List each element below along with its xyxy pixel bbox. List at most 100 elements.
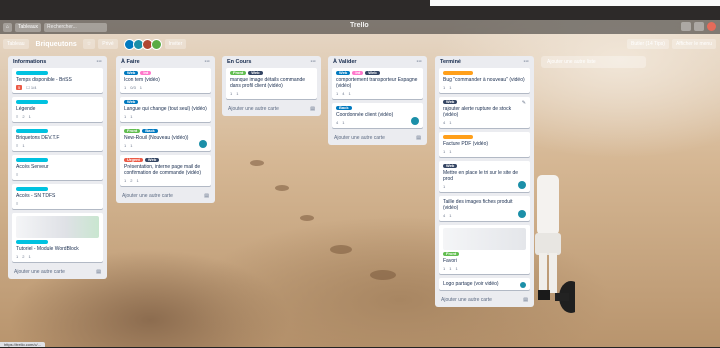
edit-icon[interactable]: ✎	[522, 100, 526, 106]
list-menu-icon[interactable]: ···	[524, 59, 530, 65]
member-avatar[interactable]	[520, 282, 526, 288]
add-card-button[interactable]: Ajouter une autre carte	[228, 106, 279, 112]
template-icon[interactable]: ▤	[310, 106, 315, 112]
card[interactable]: Web Int Web comportement transporteur Espag…	[332, 68, 423, 99]
card[interactable]: Temps disponible - BriSS 5 ☐ 1/4	[12, 68, 103, 93]
star-button[interactable]: ☆	[82, 39, 96, 49]
attachment-badge: 1	[449, 120, 452, 125]
card[interactable]: Web Int Icon tem (vidéo) 1 0/3 1	[120, 68, 211, 93]
card-title: Icon tem (vidéo)	[124, 77, 160, 83]
card-label[interactable]: Web	[124, 100, 139, 104]
member-avatar[interactable]	[411, 117, 419, 125]
card[interactable]: Front Back New-Rouil (Nouveau (vidéo)) 1 1	[120, 126, 211, 151]
search-input[interactable]: Rechercher...	[44, 22, 108, 32]
card-label[interactable]: Web	[248, 71, 263, 75]
card-label[interactable]	[16, 71, 48, 75]
show-menu-button[interactable]: Afficher le menu	[671, 39, 716, 49]
card-label[interactable]	[16, 240, 48, 244]
card[interactable]: Bug "commander à nouveau" (vidéo) 1 1	[439, 68, 530, 93]
card-label[interactable]: Web	[336, 71, 351, 75]
list-title[interactable]: En Cours	[227, 59, 251, 65]
card-title: Mettre en place le tri sur le site de pr…	[443, 170, 519, 182]
card[interactable]: Briquetons DEV.T.F ≡ 1	[12, 126, 103, 151]
card[interactable]: Tutoriel - Module WordBlock 1 2 1	[12, 213, 103, 262]
comment-badge: 2	[22, 114, 25, 119]
card-label[interactable]: Web	[443, 100, 458, 104]
card[interactable]: Web Langue qui change (tout seul) (vidéo)…	[120, 97, 211, 122]
card-label[interactable]	[16, 100, 48, 104]
member-avatar[interactable]	[518, 181, 526, 189]
board-menu-button[interactable]: Tableau	[3, 39, 29, 49]
card-label[interactable]: Web	[124, 71, 139, 75]
member-avatar[interactable]	[199, 140, 207, 148]
footprint	[300, 215, 314, 221]
card-label[interactable]: Front	[124, 129, 141, 133]
info-icon[interactable]	[694, 22, 704, 31]
home-button[interactable]: ⌂	[3, 22, 13, 32]
card-label[interactable]: Web	[443, 164, 458, 168]
add-card-button[interactable]: Ajouter une autre carte	[122, 193, 173, 199]
card[interactable]: Facture PDF (vidéo) 1 1	[439, 132, 530, 157]
card[interactable]: Logo partage (voir vidéo)	[439, 278, 530, 290]
description-badge: ≡	[16, 114, 19, 119]
card[interactable]: Back Coordonnée client (vidéo) 4 1	[332, 103, 423, 128]
list-title[interactable]: À Valider	[333, 59, 357, 65]
card[interactable]: Légende ≡ 2 1	[12, 97, 103, 122]
card-label[interactable]: Web	[365, 71, 380, 75]
card-label[interactable]	[443, 135, 473, 139]
card[interactable]: Web rajouter alerte rupture de stock (vid…	[439, 97, 530, 128]
card-label[interactable]: Back	[142, 129, 158, 133]
add-card-button[interactable]: Ajouter une autre carte	[441, 297, 492, 303]
card[interactable]: Taille des images fiches produit (vidéo)…	[439, 196, 530, 221]
app-logo: Trello	[350, 22, 369, 29]
add-card-button[interactable]: Ajouter une autre carte	[334, 135, 385, 141]
card-label[interactable]: Urgent	[124, 158, 143, 162]
card-label[interactable]	[443, 71, 473, 75]
list-menu-icon[interactable]: ···	[97, 59, 103, 65]
comment-badge: 1	[16, 254, 19, 259]
list-title[interactable]: À Faire	[121, 59, 140, 65]
list-title[interactable]: Informations	[13, 59, 46, 65]
add-list-button[interactable]: Ajouter une autre liste	[541, 56, 646, 68]
card[interactable]: Web Mettre en place le tri sur le site de…	[439, 161, 530, 192]
card-title: Accès - SN TDFS	[16, 193, 56, 199]
card-label[interactable]: Front	[230, 71, 247, 75]
card-label[interactable]: Web	[144, 158, 160, 162]
template-icon[interactable]: ▤	[416, 135, 421, 141]
list-menu-icon[interactable]: ···	[417, 59, 423, 65]
card-label[interactable]: Front	[443, 252, 460, 256]
add-card-button[interactable]: Ajouter une autre carte	[14, 269, 65, 275]
add-icon[interactable]	[681, 22, 691, 31]
card[interactable]: Accès Serveur ≡	[12, 155, 103, 180]
notification-icon[interactable]	[707, 22, 716, 31]
list-menu-icon[interactable]: ···	[311, 59, 317, 65]
board-title[interactable]: Briqueutons	[33, 41, 80, 48]
butler-button[interactable]: Butler (14 Tips)	[627, 39, 669, 49]
list-a-valider: À Valider ··· Web Int Web comportement trans…	[328, 56, 427, 145]
template-icon[interactable]: ▤	[523, 297, 528, 303]
avatar[interactable]	[150, 38, 162, 50]
template-icon[interactable]: ▤	[96, 269, 101, 275]
card-label[interactable]	[16, 129, 48, 133]
list-title[interactable]: Terminé	[440, 59, 461, 65]
card[interactable]: Accès - SN TDFS ≡	[12, 184, 103, 209]
card-label[interactable]	[16, 187, 48, 191]
visibility-button[interactable]: Privé	[98, 39, 118, 49]
attachment-badge: 1	[28, 254, 31, 259]
template-icon[interactable]: ▤	[204, 193, 209, 199]
member-avatar[interactable]	[518, 210, 526, 218]
card-label[interactable]: Int	[352, 71, 364, 75]
card[interactable]: Front Favori 1 1 1	[439, 225, 530, 274]
checklist-badge: 2	[130, 178, 133, 183]
invite-button[interactable]: Inviter	[164, 39, 187, 49]
home-icon: ⌂	[6, 24, 10, 30]
card-title: Logo partage (voir vidéo)	[443, 281, 499, 287]
card-label[interactable]	[16, 158, 48, 162]
card[interactable]: Urgent Web Présentation, interne page mail…	[120, 155, 211, 186]
card-label[interactable]: Int	[140, 71, 152, 75]
card-label[interactable]: Back	[336, 106, 352, 110]
card[interactable]: Front Web manque image détails commande da…	[226, 68, 317, 99]
attachment-badge: 1	[28, 114, 31, 119]
boards-button[interactable]: Tableaux	[15, 22, 42, 32]
list-menu-icon[interactable]: ···	[205, 59, 211, 65]
